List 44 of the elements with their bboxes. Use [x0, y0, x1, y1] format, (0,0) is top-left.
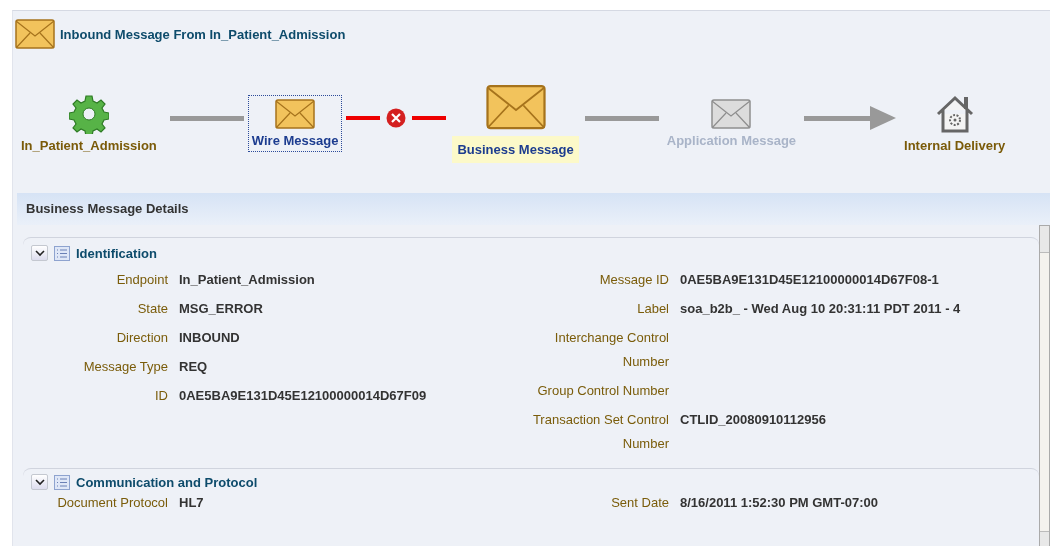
field-value: 8/16/2011 1:52:30 PM GMT-07:00 [680, 495, 879, 511]
page-title: Inbound Message From In_Patient_Admission [60, 26, 346, 42]
details-header: Business Message Details [17, 193, 1050, 225]
field-label: State [136, 300, 168, 318]
field-label: Transaction Set Control Number [531, 411, 669, 453]
field-value: HL7 [179, 495, 205, 511]
field-label: Message Type [82, 358, 168, 376]
envelope-icon [15, 19, 55, 49]
field-label: Endpoint [115, 271, 168, 289]
collapse-toggle[interactable] [31, 474, 48, 490]
field-value: 0AE5BA9E131D45E12100000014D67F08-1 [680, 271, 940, 289]
section-title: Identification [76, 245, 157, 261]
field-value: INBOUND [179, 329, 241, 347]
flow-node-link[interactable]: Internal Delivery [902, 137, 1008, 153]
house-icon [934, 93, 975, 134]
list-icon [54, 245, 70, 261]
envelope-icon [485, 83, 546, 130]
field-label: Group Control Number [536, 382, 669, 400]
envelope-icon [711, 98, 752, 129]
flow-node-link[interactable]: Business Message [452, 135, 579, 163]
focused-node[interactable]: Wire Message [247, 94, 343, 152]
field-value: 0AE5BA9E131D45E12100000014D67F09 [179, 387, 428, 405]
field-label: Document Protocol [56, 495, 168, 511]
field-value: soa_b2b_ - Wed Aug 10 20:31:11 PDT 2011 - 4 [680, 300, 962, 318]
collapse-toggle[interactable] [31, 245, 48, 261]
field-label: Interchange Control Number [553, 329, 669, 371]
field-label: Label [636, 300, 669, 318]
field-value: REQ [179, 358, 209, 376]
envelope-icon [275, 98, 316, 129]
section-title: Communication and Protocol [76, 474, 258, 490]
list-icon [54, 474, 70, 490]
scrollbar[interactable] [1039, 225, 1050, 546]
flow-node-link[interactable]: In_Patient_Admission [19, 137, 159, 153]
field-value: MSG_ERROR [179, 300, 264, 318]
field-label: Sent Date [610, 495, 669, 511]
field-label: Direction [115, 329, 168, 347]
field-value: In_Patient_Admission [179, 271, 316, 289]
flow-node-link[interactable]: Wire Message [249, 132, 341, 148]
chevron-down-icon [34, 249, 45, 257]
field-value: CTLID_20080910112956 [680, 411, 827, 429]
chevron-down-icon [34, 478, 45, 486]
field-label: Message ID [598, 271, 669, 289]
field-label: ID [154, 387, 168, 405]
gear-icon [68, 93, 109, 134]
